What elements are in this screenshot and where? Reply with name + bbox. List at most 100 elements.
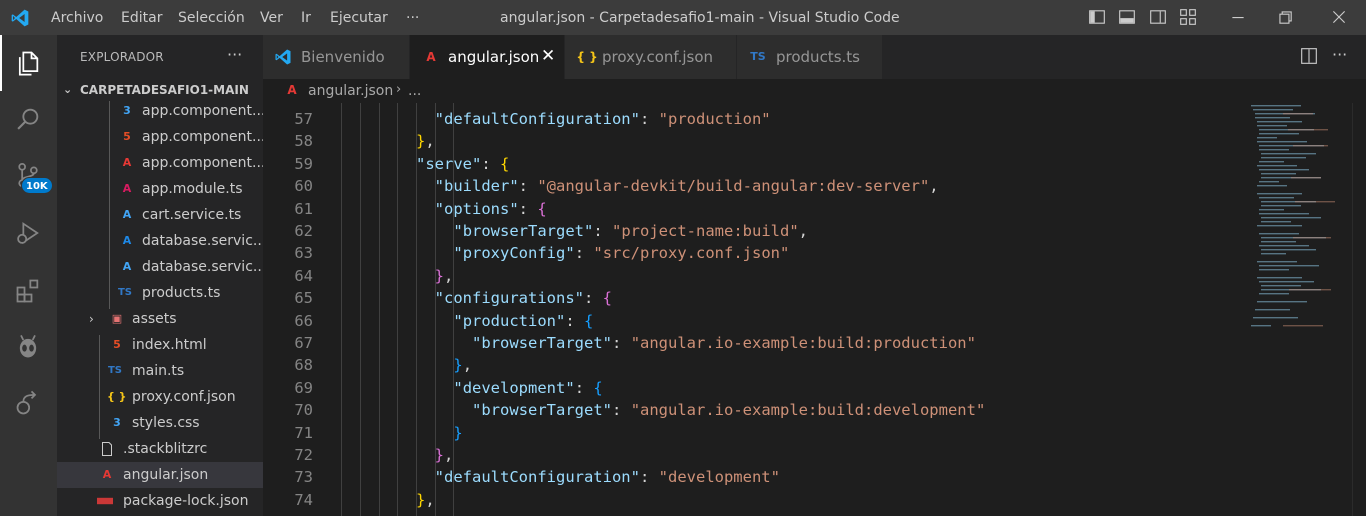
code-token: : bbox=[639, 110, 659, 128]
angular-file-icon: A bbox=[122, 156, 132, 169]
code-line[interactable]: 65 "configurations": { bbox=[263, 287, 1243, 309]
tab-close-button[interactable]: ✕ bbox=[541, 35, 555, 79]
vscode-logo-icon[interactable] bbox=[10, 8, 30, 28]
tab-proxy-conf-json[interactable]: { } proxy.conf.json bbox=[565, 35, 737, 79]
code-line[interactable]: 68}, bbox=[263, 354, 1243, 376]
code-line[interactable]: 62 "browserTarget": "project-name:build", bbox=[263, 220, 1243, 242]
menu-ver[interactable]: Ver bbox=[260, 0, 283, 35]
line-number: 74 bbox=[294, 490, 313, 509]
tree-item[interactable]: package-lock.json bbox=[57, 488, 263, 514]
line-number: 61 bbox=[294, 199, 313, 218]
breadcrumb-separator: › bbox=[396, 82, 402, 97]
tab-bienvenido[interactable]: Bienvenido bbox=[263, 35, 410, 79]
code-line[interactable]: 58}, bbox=[263, 130, 1243, 152]
tree-item-folder[interactable]: › ▣ assets bbox=[57, 306, 263, 332]
code-line[interactable]: 61 "options": { bbox=[263, 198, 1243, 220]
customize-layout-icon[interactable] bbox=[1179, 8, 1197, 26]
code-line[interactable]: 69 "development": { bbox=[263, 377, 1243, 399]
tree-item[interactable]: .stackblitzrc bbox=[57, 436, 263, 462]
menu-seleccion[interactable]: Selección bbox=[178, 0, 245, 35]
tree-item-label: app.module.ts bbox=[142, 181, 243, 197]
toggle-primary-sidebar-icon[interactable] bbox=[1088, 8, 1106, 26]
tree-item[interactable]: TS main.ts bbox=[57, 358, 263, 384]
toggle-panel-icon[interactable] bbox=[1118, 8, 1136, 26]
code-line[interactable]: 64}, bbox=[263, 265, 1243, 287]
tree-item[interactable]: A app.component.... bbox=[57, 150, 263, 176]
code-line[interactable]: 71} bbox=[263, 422, 1243, 444]
code-token: : bbox=[574, 244, 594, 263]
code-line[interactable]: 70 "browserTarget": "angular.io-example:b… bbox=[263, 399, 1243, 421]
tree-item[interactable]: 5 app.component.... bbox=[57, 124, 263, 150]
line-number: 70 bbox=[294, 401, 313, 420]
code-token: "browserTarget" bbox=[472, 334, 613, 352]
run-debug-icon[interactable] bbox=[14, 219, 42, 247]
code-token: : bbox=[574, 378, 594, 397]
menu-ejecutar[interactable]: Ejecutar bbox=[330, 0, 388, 35]
code-line[interactable]: 57 "defaultConfiguration": "production" bbox=[263, 108, 1243, 130]
tab-angular-json[interactable]: A angular.json ✕ bbox=[410, 35, 565, 79]
toggle-secondary-sidebar-icon[interactable] bbox=[1149, 8, 1167, 26]
code-token: , bbox=[929, 177, 939, 196]
explorer-more-actions[interactable]: ··· bbox=[227, 35, 242, 75]
assets-folder-icon: ▣ bbox=[111, 312, 123, 325]
code-editor[interactable]: 57 "defaultConfiguration": "production" 58… bbox=[263, 103, 1366, 516]
code-line[interactable]: 66 "production": { bbox=[263, 310, 1243, 332]
tab-label: angular.json bbox=[448, 48, 540, 66]
menu-archivo[interactable]: Archivo bbox=[51, 0, 103, 35]
angular-service-icon: A bbox=[122, 260, 132, 273]
tree-item[interactable]: { } proxy.conf.json bbox=[57, 384, 263, 410]
breadcrumb-more[interactable]: ... bbox=[408, 79, 421, 103]
tree-item[interactable]: A database.servic... bbox=[57, 254, 263, 280]
restore-icon[interactable] bbox=[1276, 8, 1294, 26]
tree-item[interactable]: A cart.service.ts bbox=[57, 202, 263, 228]
tree-item[interactable]: 3 styles.css bbox=[57, 410, 263, 436]
remote-explorer-icon[interactable] bbox=[14, 389, 42, 417]
code-token: "production" bbox=[658, 110, 771, 128]
typescript-file-icon: TS bbox=[750, 50, 766, 63]
code-token: "configurations" bbox=[434, 289, 584, 308]
explorer-title: EXPLORADOR bbox=[80, 50, 164, 64]
tree-item[interactable]: 3 app.component.... bbox=[57, 98, 263, 124]
code-content: "proxyConfig": "src/proxy.conf.json" bbox=[453, 242, 789, 264]
menu-ir[interactable]: Ir bbox=[301, 0, 311, 35]
extensions-icon[interactable] bbox=[14, 277, 42, 305]
tree-item[interactable]: TS products.ts bbox=[57, 280, 263, 306]
code-line[interactable]: 67 "browserTarget": "angular.io-example:b… bbox=[263, 332, 1243, 354]
minimize-icon[interactable] bbox=[1229, 8, 1247, 26]
code-content: "defaultConfiguration": "development" bbox=[435, 466, 780, 488]
tab-products-ts[interactable]: TS products.ts bbox=[737, 35, 883, 79]
explorer-icon[interactable] bbox=[14, 49, 42, 77]
code-line[interactable]: 74}, bbox=[263, 489, 1243, 511]
tree-item-selected[interactable]: A angular.json bbox=[57, 462, 263, 488]
code-line[interactable]: 73 "defaultConfiguration": "development" bbox=[263, 466, 1243, 488]
tree-item[interactable]: A database.servic... bbox=[57, 228, 263, 254]
menu-editar[interactable]: Editar bbox=[121, 0, 162, 35]
split-editor-icon[interactable] bbox=[1300, 47, 1318, 65]
json-file-icon: { } bbox=[107, 390, 127, 403]
line-number: 71 bbox=[294, 423, 313, 442]
tab-label: products.ts bbox=[776, 48, 860, 66]
tree-item[interactable]: 5 index.html bbox=[57, 332, 263, 358]
code-line[interactable]: 63 "proxyConfig": "src/proxy.conf.json" bbox=[263, 242, 1243, 264]
typescript-file-icon: TS bbox=[117, 287, 133, 298]
more-actions-icon[interactable]: ··· bbox=[1332, 35, 1356, 79]
tree-item-label: app.component.... bbox=[142, 129, 263, 145]
breadcrumb-file[interactable]: angular.json bbox=[308, 79, 393, 103]
code-token: : bbox=[612, 401, 631, 420]
minimap[interactable] bbox=[1243, 103, 1343, 343]
code-content: }, bbox=[453, 354, 472, 376]
code-line[interactable]: 59 "serve": { bbox=[263, 153, 1243, 175]
alien-icon[interactable] bbox=[14, 333, 42, 361]
tree-item[interactable]: A app.module.ts bbox=[57, 176, 263, 202]
menu-more[interactable]: ··· bbox=[406, 0, 419, 35]
code-line[interactable]: 60 "builder": "@angular-devkit/build-angu… bbox=[263, 175, 1243, 197]
title-bar: Archivo Editar Selección Ver Ir Ejecutar… bbox=[0, 0, 1366, 35]
css-file-icon: 3 bbox=[123, 104, 131, 117]
code-token: : bbox=[565, 311, 585, 330]
code-line[interactable]: 72}, bbox=[263, 444, 1243, 466]
search-icon[interactable] bbox=[14, 105, 42, 133]
vertical-scrollbar[interactable] bbox=[1352, 103, 1366, 516]
close-icon[interactable] bbox=[1330, 8, 1348, 26]
code-token: } bbox=[453, 423, 463, 442]
line-number: 63 bbox=[294, 244, 313, 263]
